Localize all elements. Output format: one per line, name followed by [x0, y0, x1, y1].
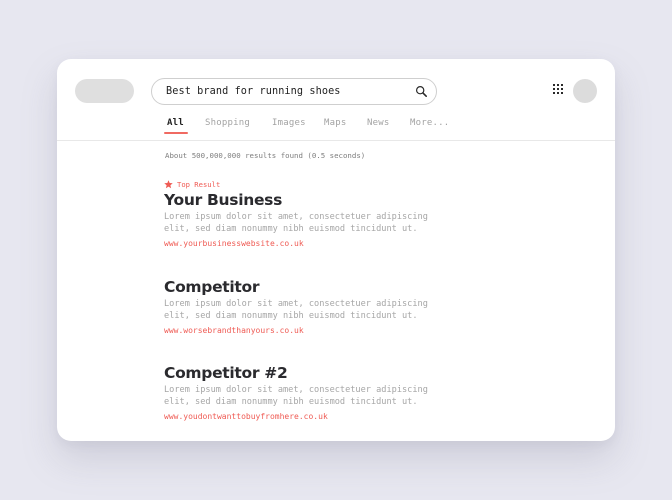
search-icon[interactable]: [415, 85, 428, 98]
tab-maps[interactable]: Maps: [324, 118, 346, 128]
star-icon: [164, 179, 173, 188]
tab-images[interactable]: Images: [272, 118, 306, 128]
result-description: Lorem ipsum dolor sit amet, consectetuer…: [164, 385, 464, 408]
search-result: Competitor Lorem ipsum dolor sit amet, c…: [164, 278, 464, 335]
search-input[interactable]: [166, 79, 406, 104]
tab-label: More...: [410, 118, 450, 128]
result-url[interactable]: www.worsebrandthanyours.co.uk: [164, 326, 464, 335]
tab-label: News: [367, 118, 390, 128]
logo-placeholder[interactable]: [75, 79, 134, 103]
tab-news[interactable]: News: [367, 118, 389, 128]
description-line: Lorem ipsum dolor sit amet, consectetuer…: [164, 212, 428, 222]
description-line: elit, sed diam nonummy nibh euismod tinc…: [164, 396, 418, 407]
header-divider: [57, 140, 615, 141]
search-bar[interactable]: [151, 78, 437, 105]
tab-more[interactable]: More...: [410, 118, 449, 128]
result-url[interactable]: www.youdontwanttobuyfromhere.co.uk: [164, 412, 464, 421]
result-description: Lorem ipsum dolor sit amet, consectetuer…: [164, 212, 464, 235]
tab-all[interactable]: All: [167, 118, 184, 128]
search-result: Top Result Your Business Lorem ipsum dol…: [164, 178, 464, 249]
description-line: Lorem ipsum dolor sit amet, consectetuer…: [164, 385, 428, 395]
avatar[interactable]: [573, 79, 597, 103]
result-title[interactable]: Your Business: [164, 191, 464, 210]
result-title[interactable]: Competitor: [164, 278, 464, 297]
tab-label: All: [167, 118, 184, 128]
result-title[interactable]: Competitor #2: [164, 364, 464, 383]
result-url[interactable]: www.yourbusinesswebsite.co.uk: [164, 239, 464, 248]
active-tab-indicator: [164, 132, 188, 134]
description-line: elit, sed diam nonummy nibh euismod tinc…: [164, 223, 418, 234]
tab-label: Shopping: [205, 118, 250, 128]
tab-label: Maps: [324, 118, 347, 128]
results-stats: About 500,000,000 results found (0.5 sec…: [165, 151, 366, 160]
search-result: Competitor #2 Lorem ipsum dolor sit amet…: [164, 364, 464, 421]
description-line: elit, sed diam nonummy nibh euismod tinc…: [164, 310, 418, 321]
description-line: Lorem ipsum dolor sit amet, consectetuer…: [164, 299, 428, 309]
tab-label: Images: [272, 118, 306, 128]
badge-label: Top Result: [177, 179, 221, 189]
apps-grid-icon[interactable]: [553, 84, 565, 96]
search-results-window: All Shopping Images Maps News More... Ab…: [57, 59, 615, 441]
tab-shopping[interactable]: Shopping: [205, 118, 250, 128]
result-description: Lorem ipsum dolor sit amet, consectetuer…: [164, 299, 464, 322]
top-result-badge: Top Result: [164, 178, 464, 190]
